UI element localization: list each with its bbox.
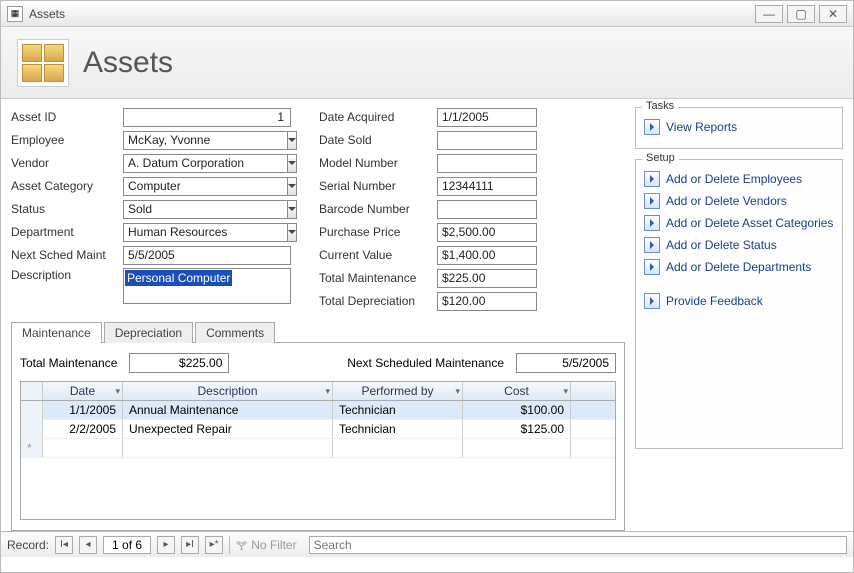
date-sold-field[interactable]: [437, 131, 537, 150]
label-asset-id: Asset ID: [11, 110, 117, 124]
col-cost[interactable]: Cost▾: [463, 382, 571, 400]
arrow-icon: [644, 237, 660, 253]
tab-depreciation[interactable]: Depreciation: [104, 322, 193, 343]
label-employee: Employee: [11, 133, 117, 147]
add-delete-categories-button[interactable]: Add or Delete Asset Categories: [642, 212, 836, 234]
col-date[interactable]: Date▾: [43, 382, 123, 400]
add-delete-vendors-button[interactable]: Add or Delete Vendors: [642, 190, 836, 212]
nav-prev-button[interactable]: ◂: [79, 536, 97, 554]
page-title: Assets: [83, 46, 173, 80]
window-title: Assets: [29, 7, 751, 21]
label-tab-next-maint: Next Scheduled Maintenance: [347, 356, 504, 370]
row-selector-new[interactable]: *: [21, 439, 43, 457]
label-status: Status: [11, 202, 117, 216]
date-acquired-field[interactable]: [437, 108, 537, 127]
nav-next-button[interactable]: ▸: [157, 536, 175, 554]
maximize-button[interactable]: ▢: [787, 5, 815, 23]
search-input[interactable]: [309, 536, 847, 554]
label-serial-number: Serial Number: [319, 179, 431, 193]
minimize-button[interactable]: —: [755, 5, 783, 23]
asset-category-dropdown[interactable]: [287, 177, 297, 196]
label-total-maintenance: Total Maintenance: [319, 271, 431, 285]
nav-first-button[interactable]: I◂: [55, 536, 73, 554]
label-tab-total-maint: Total Maintenance: [20, 356, 117, 370]
col-description[interactable]: Description▾: [123, 382, 333, 400]
asset-category-field[interactable]: [123, 177, 287, 196]
label-next-sched-maint: Next Sched Maint: [11, 248, 117, 262]
grid-select-all[interactable]: [21, 382, 43, 400]
table-row[interactable]: 2/2/2005 Unexpected Repair Technician $1…: [21, 420, 615, 439]
tasks-group: Tasks View Reports: [635, 107, 843, 149]
record-label: Record:: [7, 538, 49, 552]
tab-strip: Maintenance Depreciation Comments: [11, 321, 625, 343]
col-performed-by[interactable]: Performed by▾: [333, 382, 463, 400]
label-date-acquired: Date Acquired: [319, 110, 431, 124]
label-barcode-number: Barcode Number: [319, 202, 431, 216]
description-field[interactable]: Personal Computer: [123, 268, 291, 304]
arrow-icon: [644, 193, 660, 209]
vendor-field[interactable]: [123, 154, 287, 173]
tasks-title: Tasks: [642, 100, 678, 112]
tab-comments[interactable]: Comments: [195, 322, 275, 343]
form-header: Assets: [1, 27, 853, 99]
label-asset-category: Asset Category: [11, 179, 117, 193]
department-field[interactable]: [123, 223, 287, 242]
arrow-icon: [644, 171, 660, 187]
close-button[interactable]: ✕: [819, 5, 847, 23]
asset-id-field[interactable]: [123, 108, 291, 127]
employee-field[interactable]: [123, 131, 287, 150]
status-dropdown[interactable]: [287, 200, 297, 219]
label-date-sold: Date Sold: [319, 133, 431, 147]
status-field[interactable]: [123, 200, 287, 219]
label-current-value: Current Value: [319, 248, 431, 262]
label-vendor: Vendor: [11, 156, 117, 170]
tab-next-maint-field[interactable]: [516, 353, 616, 373]
vendor-dropdown[interactable]: [287, 154, 297, 173]
next-sched-maint-field[interactable]: [123, 246, 291, 265]
record-nav-bar: Record: I◂ ◂ 1 of 6 ▸ ▸I ▸* 🝖 No Filter: [1, 531, 853, 557]
add-delete-departments-button[interactable]: Add or Delete Departments: [642, 256, 836, 278]
label-purchase-price: Purchase Price: [319, 225, 431, 239]
barcode-number-field[interactable]: [437, 200, 537, 219]
label-model-number: Model Number: [319, 156, 431, 170]
form-area: Asset ID Employee Vendor Asset Category …: [11, 107, 625, 317]
label-total-depreciation: Total Depreciation: [319, 294, 431, 308]
label-description: Description: [11, 268, 117, 282]
add-delete-status-button[interactable]: Add or Delete Status: [642, 234, 836, 256]
serial-number-field[interactable]: [437, 177, 537, 196]
current-value-field[interactable]: [437, 246, 537, 265]
table-row[interactable]: 1/1/2005 Annual Maintenance Technician $…: [21, 401, 615, 420]
row-selector[interactable]: [21, 401, 43, 419]
setup-title: Setup: [642, 152, 679, 164]
window-titlebar: ▦ Assets — ▢ ✕: [1, 1, 853, 27]
add-delete-employees-button[interactable]: Add or Delete Employees: [642, 168, 836, 190]
arrow-icon: [644, 119, 660, 135]
arrow-icon: [644, 215, 660, 231]
setup-group: Setup Add or Delete Employees Add or Del…: [635, 159, 843, 449]
folder-grid-icon: [17, 39, 69, 87]
view-reports-button[interactable]: View Reports: [642, 116, 836, 138]
nav-new-button[interactable]: ▸*: [205, 536, 223, 554]
provide-feedback-button[interactable]: Provide Feedback: [642, 290, 836, 312]
label-department: Department: [11, 225, 117, 239]
app-icon: ▦: [7, 6, 23, 22]
employee-dropdown[interactable]: [287, 131, 297, 150]
row-selector[interactable]: [21, 420, 43, 438]
tab-maintenance[interactable]: Maintenance: [11, 322, 102, 343]
tab-total-maint-field[interactable]: [129, 353, 229, 373]
department-dropdown[interactable]: [287, 223, 297, 242]
total-depreciation-field[interactable]: [437, 292, 537, 311]
purchase-price-field[interactable]: [437, 223, 537, 242]
model-number-field[interactable]: [437, 154, 537, 173]
filter-indicator[interactable]: 🝖 No Filter: [229, 536, 303, 554]
filter-icon: 🝖: [236, 532, 247, 557]
total-maintenance-field[interactable]: [437, 269, 537, 288]
nav-last-button[interactable]: ▸I: [181, 536, 199, 554]
tab-panel-maintenance: Total Maintenance Next Scheduled Mainten…: [11, 343, 625, 531]
arrow-icon: [644, 293, 660, 309]
arrow-icon: [644, 259, 660, 275]
new-row[interactable]: *: [21, 439, 615, 458]
record-position[interactable]: 1 of 6: [103, 536, 151, 554]
maintenance-grid: Date▾ Description▾ Performed by▾ Cost▾ 1…: [20, 381, 616, 520]
